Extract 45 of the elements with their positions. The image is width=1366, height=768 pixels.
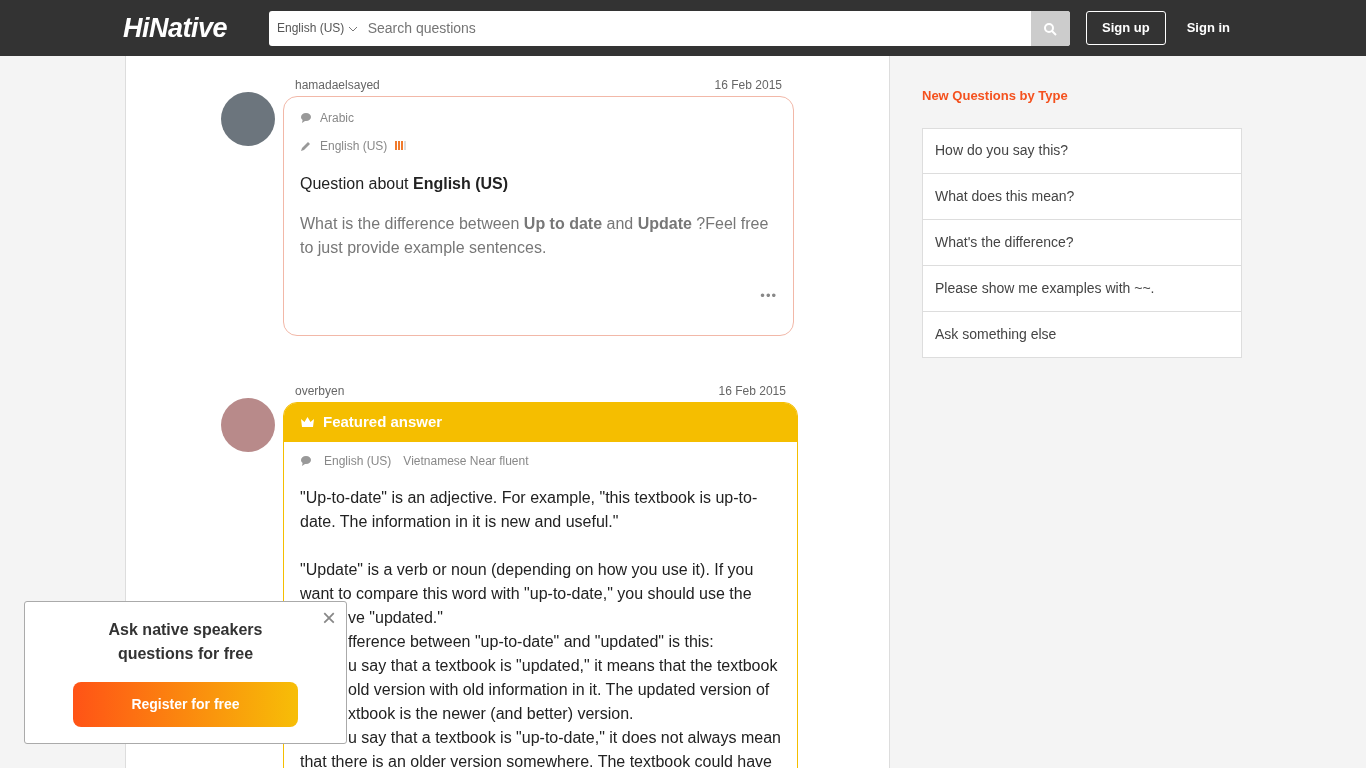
answer-text-line: "Update" is a verb or noun (depending on how you use it). If you [300,560,754,580]
pencil-icon [300,139,312,152]
question-type-item[interactable]: Ask something else [922,311,1242,358]
answer-text-line: xtbook is the newer (and better) version. [348,704,634,724]
more-button[interactable]: ••• [760,285,777,306]
chevron-down-icon [347,25,358,32]
speech-bubble-icon [300,455,312,467]
answer-text-line: old version with old information in it. The updated version of [348,680,770,700]
username[interactable]: overbyen [295,382,345,400]
language-label: English (US) [324,453,392,470]
logo[interactable]: HiNative [123,7,269,49]
sign-up-button[interactable]: Sign up [1086,11,1166,45]
speech-bubble-icon [300,112,312,124]
popup-title: Ask native speakers questions for free [107,620,264,664]
featured-label: Featured answer [323,412,443,433]
answer-text-line: date. The information in it is new and useful." [300,512,619,532]
question-type-item[interactable]: Please show me examples with ~~. [922,265,1242,312]
post-date: 16 Feb 2015 [718,383,786,400]
sign-in-link[interactable]: Sign in [1173,18,1243,38]
sidebar-title: New Questions by Type [922,87,1069,105]
question-text: What is the difference between Up to date and Update ?Feel free to just provide example sentences. [300,214,770,258]
answer-text-line: want to compare this word with "up-to-date," you should use the [300,584,752,604]
answer-text-line: "Up-to-date" is an adjective. For example, "this textbook is up-to- [300,488,758,508]
answer-text-line: fference between "up-to-date" and "updated" is this: [348,632,714,652]
close-button[interactable]: × [322,606,336,630]
search-button[interactable] [1031,10,1070,46]
answer-text-line: ve "updated." [348,608,443,628]
post-date: 16 Feb 2015 [714,77,782,94]
question-type-item[interactable]: What does this mean? [922,173,1242,220]
question-type-item[interactable]: What's the difference? [922,219,1242,266]
native-language: Arabic [320,110,354,127]
question-title: Question about English (US) [300,174,510,194]
language-label: Vietnamese Near fluent [403,453,529,470]
avatar[interactable] [221,398,275,452]
question-type-item[interactable]: How do you say this? [922,127,1242,174]
answer-text-line: that there is an older version somewhere. The textbook could have [300,752,772,768]
learning-language: English (US) [320,137,388,155]
search-icon [1043,21,1058,36]
search-field[interactable]: English (US) Search questions [269,10,1070,46]
avatar[interactable] [221,92,275,146]
crown-icon [300,416,315,429]
language-dropdown[interactable]: English (US) [269,19,366,37]
answer-text-line: u say that a textbook is "up-to-date," it does not always mean [348,728,781,748]
answer-text-line: u say that a textbook is "updated," it means that the textbook [348,656,778,676]
username[interactable]: hamadaelsayed [295,76,380,94]
